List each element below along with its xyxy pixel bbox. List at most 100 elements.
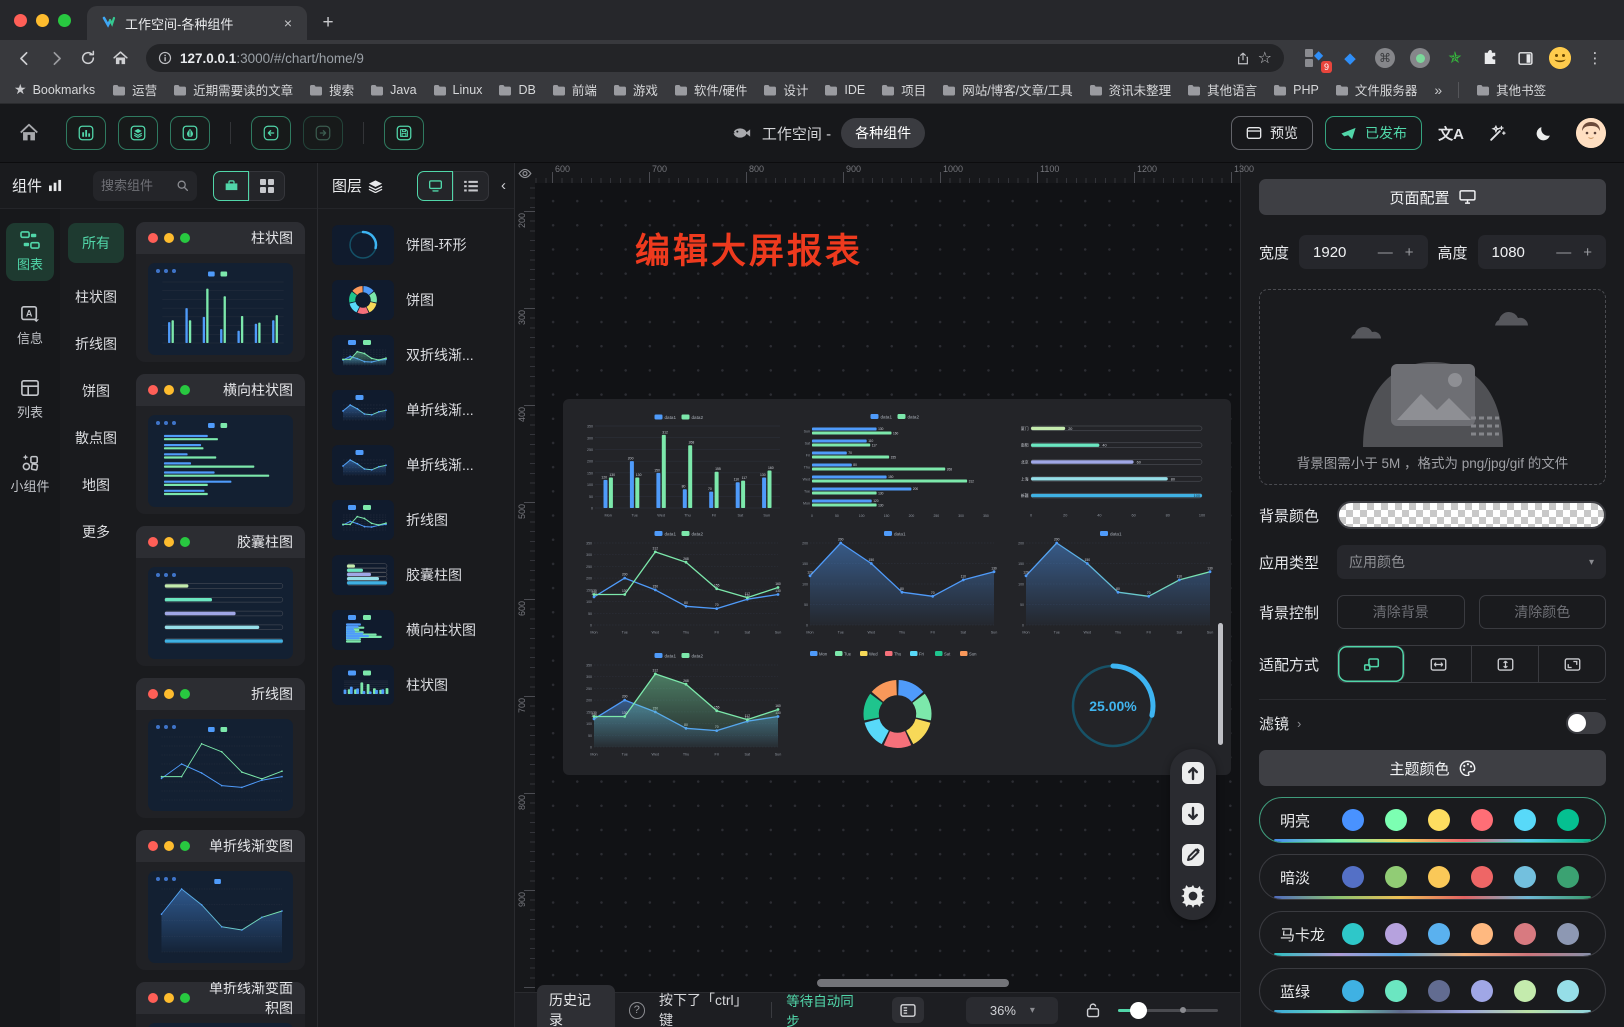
puzzle-extensions-icon[interactable] [1479, 47, 1501, 69]
layer-item[interactable]: 横向柱状图 [332, 610, 504, 650]
zoom-slider[interactable] [1118, 1009, 1218, 1012]
layer-thumbnail-view-toggle[interactable] [417, 171, 453, 201]
window-close-button[interactable] [14, 14, 27, 27]
category-地图[interactable]: 地图 [80, 472, 112, 498]
extension-badge-icon[interactable]: ◆ 9 [1304, 47, 1326, 69]
bookmark-folder[interactable]: 游戏 [606, 77, 665, 102]
magic-wand-icon[interactable] [1480, 124, 1514, 143]
chart-panel-toggle-button[interactable] [66, 116, 106, 150]
edit-button[interactable] [1179, 841, 1207, 869]
theme-row-暗淡[interactable]: 暗淡 [1259, 854, 1606, 900]
layer-list-view-toggle[interactable] [453, 171, 489, 201]
star-extension-icon[interactable]: ✯ [1444, 47, 1466, 69]
category-散点图[interactable]: 散点图 [73, 425, 119, 451]
category-更多[interactable]: 更多 [80, 519, 112, 545]
width-increment[interactable]: + [1401, 244, 1418, 261]
fit-width-option[interactable] [1405, 646, 1472, 682]
collapse-panel-icon[interactable]: ‹ [501, 177, 506, 194]
height-increment[interactable]: + [1579, 244, 1596, 261]
bookmark-folder[interactable]: IDE [817, 80, 872, 100]
bookmark-folder[interactable]: 前端 [545, 77, 604, 102]
bookmark-folder[interactable]: PHP [1266, 80, 1326, 100]
height-decrement[interactable]: — [1552, 244, 1575, 261]
history-panel-icon[interactable] [892, 997, 925, 1023]
url-bar[interactable]: 127.0.0.1:3000/#/chart/home/9 ☆ [146, 44, 1284, 72]
nav-tab-小组件[interactable]: 小组件 [6, 445, 54, 503]
browser-menu-icon[interactable]: ⋮ [1584, 47, 1606, 69]
layer-item[interactable]: 单折线渐... [332, 390, 504, 430]
profile-avatar[interactable] [1549, 47, 1571, 69]
sidebar-icon[interactable] [1514, 47, 1536, 69]
clear-background-button[interactable]: 清除背景 [1337, 595, 1465, 629]
category-所有[interactable]: 所有 [68, 223, 124, 263]
horizontal-scrollbar[interactable] [817, 979, 1009, 987]
bookmark-folder[interactable]: 软件/硬件 [667, 77, 754, 102]
theme-color-header[interactable]: 主题颜色 [1259, 750, 1606, 786]
category-饼图[interactable]: 饼图 [80, 378, 112, 404]
canvas-chart-line2[interactable]: data1data2050100150200250300350120200150… [573, 524, 789, 641]
bookmark-folder[interactable]: 运营 [105, 77, 164, 102]
zoom-slider-knob[interactable] [1130, 1002, 1147, 1019]
upload-button[interactable] [1179, 759, 1207, 787]
forward-icon[interactable] [42, 44, 70, 72]
help-icon[interactable]: ? [629, 1002, 645, 1019]
layer-item[interactable]: 柱状图 [332, 665, 504, 705]
search-input[interactable] [101, 178, 172, 193]
bookmarks-overflow-icon[interactable]: » [1428, 82, 1448, 98]
component-card-单折线渐变图[interactable]: 单折线渐变图 [136, 830, 305, 970]
detail-panel-toggle-button[interactable] [170, 116, 210, 150]
category-柱状图[interactable]: 柱状图 [73, 284, 119, 310]
vertical-scrollbar[interactable] [1218, 623, 1223, 745]
layer-item[interactable]: 单折线渐... [332, 445, 504, 485]
project-name-pill[interactable]: 各种组件 [841, 118, 925, 148]
nav-tab-图表[interactable]: 图表 [6, 223, 54, 281]
component-card-横向柱状图[interactable]: 横向柱状图 [136, 374, 305, 514]
bookmark-star-icon[interactable]: ☆ [1258, 48, 1272, 68]
layer-item[interactable]: 折线图 [332, 500, 504, 540]
component-card-胶囊柱图[interactable]: 胶囊柱图 [136, 526, 305, 666]
height-value[interactable]: 1080 [1492, 244, 1549, 261]
bookmark-folder[interactable]: 近期需要读的文章 [166, 77, 300, 102]
component-card-柱状图[interactable]: 柱状图 [136, 222, 305, 362]
layer-item[interactable]: 饼图 [332, 280, 504, 320]
single-view-toggle[interactable] [213, 171, 249, 201]
canvas-chart-area2[interactable]: data1data2050100150200250300350120200150… [573, 640, 789, 767]
nav-tab-信息[interactable]: A信息 [6, 297, 54, 355]
redo-button[interactable] [303, 116, 343, 150]
height-input[interactable]: 1080 — + [1478, 235, 1606, 269]
dark-mode-moon-icon[interactable] [1526, 124, 1560, 143]
bookmark-folder[interactable]: 项目 [874, 77, 933, 102]
width-value[interactable]: 1920 [1313, 244, 1370, 261]
filter-expand-icon[interactable]: › [1297, 716, 1301, 731]
canvas-chart-line1[interactable]: data10501001502001202001508070110130MonT… [789, 524, 1005, 641]
clear-color-button[interactable]: 清除颜色 [1479, 595, 1607, 629]
home-icon[interactable] [106, 44, 134, 72]
bookmark-folder[interactable]: 网站/博客/文章/工具 [935, 77, 1079, 102]
canvas-chart-donut[interactable]: MonTueWedThuFriSatSun [789, 640, 1005, 767]
new-tab-button[interactable]: + [313, 8, 343, 38]
bookmark-folder[interactable]: 设计 [756, 77, 815, 102]
user-avatar[interactable] [1576, 118, 1606, 148]
bookmark-folder[interactable]: DB [491, 80, 542, 100]
fit-scale-option[interactable] [1338, 646, 1405, 682]
lock-icon[interactable] [1086, 1002, 1100, 1018]
canvas-chart-capsule[interactable]: 厦门20南阳40北京60上海80新疆100020406080100 [1005, 407, 1221, 524]
visibility-eye-icon[interactable] [515, 163, 535, 183]
canvas-chart-hbar[interactable]: data1data2Sun130160Sat110117Fri70155Thu8… [789, 407, 1005, 524]
bookmark-folder[interactable]: 文件服务器 [1328, 77, 1425, 102]
window-zoom-button[interactable] [58, 14, 71, 27]
app-type-select[interactable]: 应用颜色▾ [1337, 545, 1606, 579]
bookmark-folder[interactable]: Linux [426, 80, 490, 100]
language-icon[interactable]: 文A [1434, 123, 1468, 144]
page-config-header[interactable]: 页面配置 [1259, 179, 1606, 215]
background-upload-dropzone[interactable]: 背景图需小于 5M ，格式为 png/jpg/gif 的文件 [1259, 289, 1606, 485]
save-button[interactable] [384, 116, 424, 150]
gem-extension-icon[interactable]: ◆ [1339, 47, 1361, 69]
back-icon[interactable] [10, 44, 38, 72]
zoom-select[interactable]: 36%▾ [966, 997, 1058, 1024]
tab-close-icon[interactable]: × [279, 14, 297, 32]
dot-extension-icon[interactable] [1409, 47, 1431, 69]
bookmark-folder[interactable]: 其他语言 [1180, 77, 1264, 102]
chart-board[interactable]: data1data2050100150200250300350120130Mon… [563, 399, 1231, 775]
canvas-chart-lineGrad[interactable]: data10501001502001202001508070110130MonT… [1005, 524, 1221, 641]
